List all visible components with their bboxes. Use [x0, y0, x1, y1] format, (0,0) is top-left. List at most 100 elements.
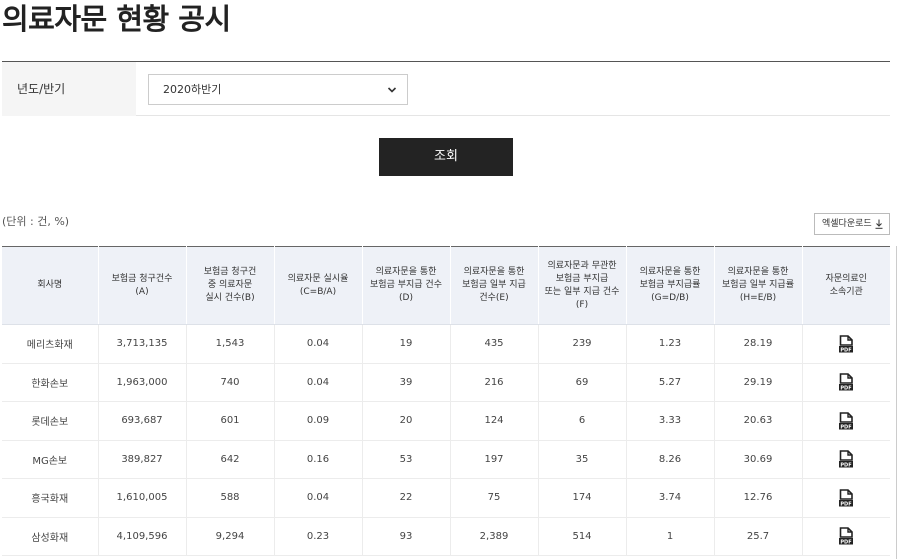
- table-cell: 740: [186, 363, 275, 402]
- excel-download-label: 엑셀다운로드: [822, 219, 872, 229]
- table-cell: 642: [186, 440, 275, 479]
- table-cell: 19: [362, 324, 451, 364]
- table-cell: 30.69: [714, 440, 803, 479]
- table-cell: 3.33: [626, 401, 715, 441]
- table-row: 메리츠화재 3,713,135 1,543 0.04 19 435 239 1.23 28.19…: [2, 324, 890, 364]
- table-cell: 3.74: [626, 478, 715, 518]
- table-header-row: 회사명 보험금 청구건수 (A) 보험금 청구건 중 의료자문 실시 건수(B)…: [2, 246, 890, 325]
- table-cell: 435: [450, 324, 539, 364]
- company-name-cell: 메리츠화재: [2, 324, 99, 364]
- table-cell: 29.19: [714, 363, 803, 402]
- header-advice-count: 보험금 청구건 중 의료자문 실시 건수(B): [186, 246, 275, 325]
- table-cell: 69: [538, 363, 627, 402]
- table-cell: 174: [538, 478, 627, 518]
- table-row: 롯데손보 693,687 601 0.09 20 124 6 3.33 20.63 PDF: [2, 401, 890, 441]
- pdf-download-cell[interactable]: PDF: [802, 401, 890, 441]
- header-company: 회사명: [2, 246, 99, 325]
- table-cell: 5.27: [626, 363, 715, 402]
- pdf-download-cell[interactable]: PDF: [802, 363, 890, 402]
- pdf-download-cell[interactable]: PDF: [802, 324, 890, 364]
- table-cell: 0.23: [274, 517, 363, 556]
- svg-text:PDF: PDF: [841, 386, 852, 392]
- table-cell: 8.26: [626, 440, 715, 479]
- table-cell: 216: [450, 363, 539, 402]
- pdf-download-cell[interactable]: PDF: [802, 517, 890, 556]
- pdf-download-cell[interactable]: PDF: [802, 440, 890, 479]
- table-cell: 4,109,596: [98, 517, 187, 556]
- table-cell: 1,543: [186, 324, 275, 364]
- filter-panel: 년도/반기 2020하반기: [2, 61, 890, 116]
- table-cell: 6: [538, 401, 627, 441]
- excel-download-button[interactable]: 엑셀다운로드: [814, 213, 890, 235]
- table-row: MG손보 389,827 642 0.16 53 197 35 8.26 30.69 PDF: [2, 440, 890, 479]
- table-cell: 0.09: [274, 401, 363, 441]
- table-cell: 1,610,005: [98, 478, 187, 518]
- table-cell: 93: [362, 517, 451, 556]
- header-advice-rate: 의료자문 실시율 (C=B/A): [274, 246, 363, 325]
- page-title: 의료자문 현황 공시: [2, 2, 231, 36]
- company-name-cell: 롯데손보: [2, 401, 99, 441]
- company-name-cell: 흥국화재: [2, 478, 99, 518]
- table-cell: 124: [450, 401, 539, 441]
- company-name-cell: MG손보: [2, 440, 99, 479]
- table-cell: 0.16: [274, 440, 363, 479]
- table-cell: 601: [186, 401, 275, 441]
- table-cell: 28.19: [714, 324, 803, 364]
- table-row: 한화손보 1,963,000 740 0.04 39 216 69 5.27 29.19 PDF: [2, 363, 890, 402]
- table-cell: 588: [186, 478, 275, 518]
- table-cell: 75: [450, 478, 539, 518]
- pdf-file-icon: PDF: [839, 373, 854, 392]
- header-claims-count: 보험금 청구건수 (A): [98, 246, 187, 325]
- table-cell: 20.63: [714, 401, 803, 441]
- table-cell: 0.04: [274, 363, 363, 402]
- table-cell: 25.7: [714, 517, 803, 556]
- table-cell: 239: [538, 324, 627, 364]
- table-row: 삼성화재 4,109,596 9,294 0.23 93 2,389 514 1 25.7 PDF: [2, 517, 890, 556]
- company-name-cell: 삼성화재: [2, 517, 99, 556]
- table-cell: 1,963,000: [98, 363, 187, 402]
- table-cell: 2,389: [450, 517, 539, 556]
- table-cell: 9,294: [186, 517, 275, 556]
- table-row: 흥국화재 1,610,005 588 0.04 22 75 174 3.74 12.76 PDF: [2, 478, 890, 518]
- table-cell: 3,713,135: [98, 324, 187, 364]
- pdf-file-icon: PDF: [839, 411, 854, 430]
- header-nonpayment-rate: 의료자문을 통한 보험금 부지급률 (G=D/B): [626, 246, 715, 325]
- table-cell: 20: [362, 401, 451, 441]
- medical-advice-table: 회사명 보험금 청구건수 (A) 보험금 청구건 중 의료자문 실시 건수(B)…: [2, 246, 890, 556]
- header-unrelated-count: 의료자문과 무관한 보험금 부지급 또는 일부 지급 건수 (F): [538, 246, 627, 325]
- table-cell: 1: [626, 517, 715, 556]
- table-cell: 0.04: [274, 478, 363, 518]
- table-cell: 53: [362, 440, 451, 479]
- unit-note: (단위 : 건, %): [2, 215, 70, 228]
- scrollbar-edge: [896, 246, 897, 559]
- table-cell: 1.23: [626, 324, 715, 364]
- pdf-file-icon: PDF: [839, 527, 854, 546]
- table-cell: 693,687: [98, 401, 187, 441]
- header-partial-payment-rate: 의료자문을 통한 보험금 일부 지급률 (H=E/B): [714, 246, 803, 325]
- search-button[interactable]: 조회: [379, 138, 513, 176]
- table-cell: 514: [538, 517, 627, 556]
- svg-text:PDF: PDF: [841, 347, 852, 353]
- table-cell: 197: [450, 440, 539, 479]
- pdf-download-cell[interactable]: PDF: [802, 478, 890, 518]
- company-name-cell: 한화손보: [2, 363, 99, 402]
- header-partial-payment-count: 의료자문을 통한 보험금 일부 지급 건수(E): [450, 246, 539, 325]
- chevron-down-icon: [387, 87, 397, 93]
- svg-text:PDF: PDF: [841, 540, 852, 546]
- pdf-file-icon: PDF: [839, 450, 854, 468]
- header-institution: 자문의료인 소속기관: [802, 246, 890, 325]
- svg-text:PDF: PDF: [841, 501, 852, 507]
- table-cell: 35: [538, 440, 627, 479]
- pdf-file-icon: PDF: [839, 488, 854, 507]
- table-cell: 12.76: [714, 478, 803, 518]
- year-half-label: 년도/반기: [2, 62, 136, 116]
- table-cell: 39: [362, 363, 451, 402]
- table-cell: 389,827: [98, 440, 187, 479]
- table-cell: 0.04: [274, 324, 363, 364]
- year-half-select[interactable]: 2020하반기: [148, 74, 408, 105]
- download-icon: [875, 219, 883, 229]
- year-half-selected-value: 2020하반기: [163, 83, 222, 96]
- pdf-file-icon: PDF: [839, 334, 854, 353]
- header-nonpayment-count: 의료자문을 통한 보험금 부지급 건수 (D): [362, 246, 451, 325]
- table-cell: 22: [362, 478, 451, 518]
